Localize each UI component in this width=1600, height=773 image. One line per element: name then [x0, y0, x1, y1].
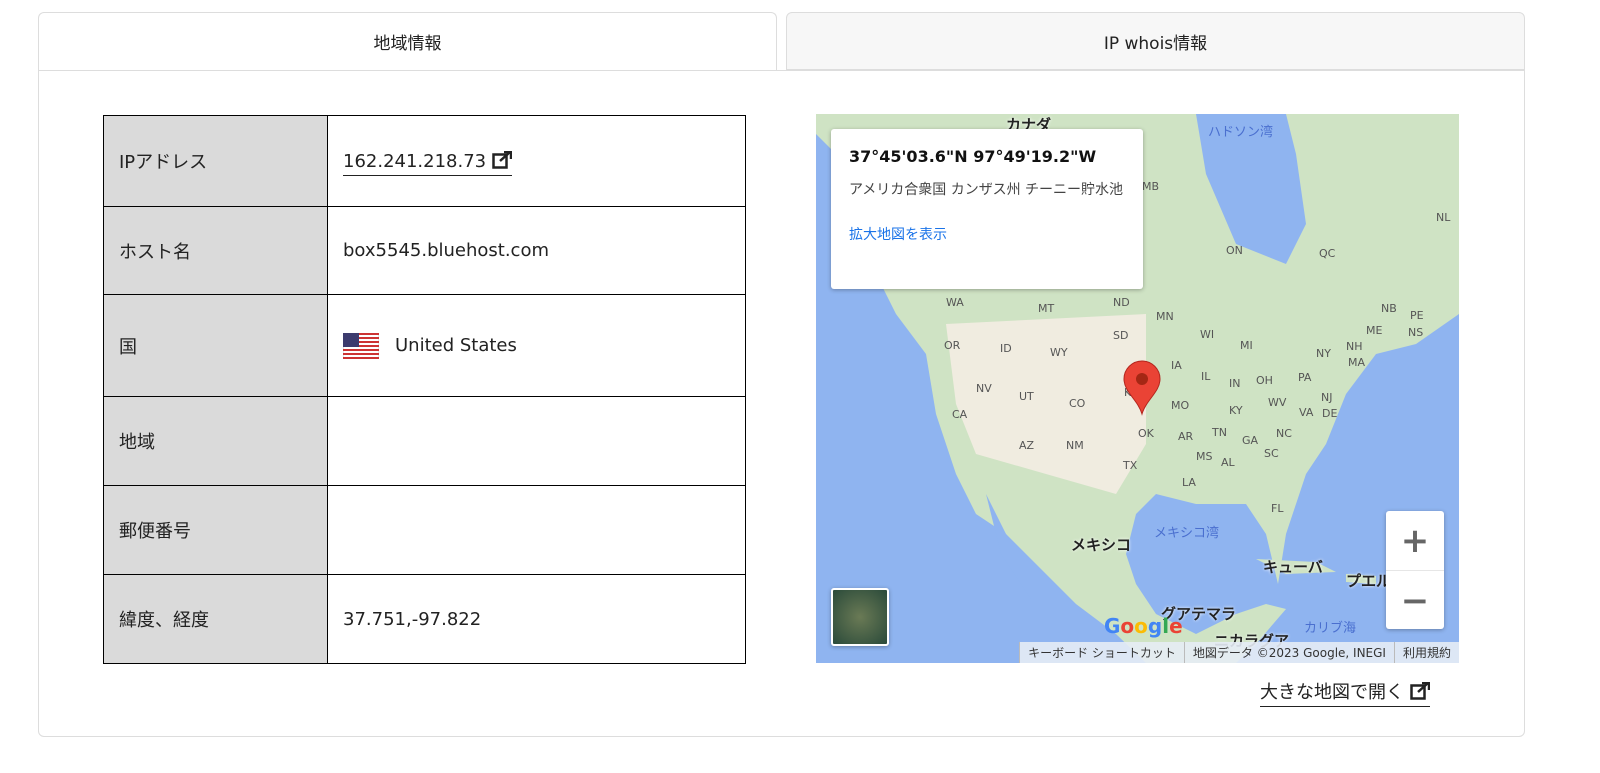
tab-label: 地域情報 — [373, 34, 442, 54]
map-label: TN — [1212, 426, 1227, 439]
table-row: IPアドレス 162.241.218.73 — [103, 115, 746, 207]
map-label: OK — [1138, 427, 1154, 440]
map-label: ID — [1000, 342, 1012, 355]
map-data-credit: 地図データ ©2023 Google, INEGI — [1183, 642, 1394, 663]
google-logo: Google — [1104, 614, 1183, 638]
google-map[interactable]: WA MT ND MN OR ID WY SD WI MI NV UT CO I… — [816, 114, 1459, 663]
row-value — [327, 396, 746, 486]
map-label: MO — [1171, 399, 1190, 412]
map-label: WY — [1050, 346, 1068, 359]
map-label: ND — [1113, 296, 1130, 309]
open-large-map-link[interactable]: 大きな地図で開く — [1260, 678, 1430, 707]
tab-label: IP whois情報 — [1103, 33, 1208, 54]
map-label: IA — [1171, 359, 1182, 372]
external-link-icon — [1409, 681, 1430, 700]
map-label: QC — [1319, 247, 1336, 260]
terms-link[interactable]: 利用規約 — [1393, 642, 1459, 663]
ip-link[interactable]: 162.241.218.73 — [343, 150, 513, 176]
map-label: GA — [1242, 434, 1259, 447]
map-label: MA — [1348, 356, 1366, 369]
row-label: IPアドレス — [103, 115, 328, 207]
map-label: NH — [1346, 340, 1363, 353]
zoom-controls: + − — [1386, 511, 1444, 629]
map-marker-icon[interactable] — [1122, 360, 1162, 416]
map-attribution: キーボード ショートカット 地図データ ©2023 Google, INEGI … — [1019, 642, 1459, 663]
tab-ip-whois[interactable]: IP whois情報 — [786, 12, 1525, 70]
table-row: 郵便番号 — [103, 485, 746, 575]
map-label: CA — [952, 408, 968, 421]
map-label: VA — [1299, 406, 1314, 419]
table-row: 緯度、経度 37.751,-97.822 — [103, 574, 746, 664]
map-label: NV — [976, 382, 992, 395]
map-label: NJ — [1321, 391, 1333, 404]
us-flag-icon — [343, 332, 379, 359]
info-table: IPアドレス 162.241.218.73 ホスト名 box5545.blueho… — [103, 115, 746, 664]
map-label: UT — [1019, 390, 1034, 403]
map-label: NS — [1408, 326, 1424, 339]
map-label: PA — [1298, 371, 1312, 384]
map-label: IL — [1201, 370, 1211, 383]
map-label: AL — [1221, 456, 1235, 469]
map-label: PE — [1410, 309, 1424, 322]
map-label: MS — [1196, 450, 1213, 463]
map-label: SD — [1113, 329, 1129, 342]
map-label-mexico: メキシコ — [1071, 536, 1132, 554]
map-label: NY — [1316, 347, 1331, 360]
map-label: MT — [1038, 302, 1055, 315]
row-label: ホスト名 — [103, 206, 328, 295]
map-label: NC — [1276, 427, 1292, 440]
table-row: ホスト名 box5545.bluehost.com — [103, 206, 746, 295]
table-row: 国 United States — [103, 294, 746, 397]
map-label-hudson-bay: ハドソン湾 — [1208, 125, 1274, 140]
map-label: CO — [1069, 397, 1086, 410]
map-label: WI — [1200, 328, 1215, 341]
map-label: OH — [1256, 374, 1273, 387]
map-label: NL — [1436, 211, 1451, 224]
row-label: 地域 — [103, 396, 328, 486]
row-label: 緯度、経度 — [103, 574, 328, 664]
map-label: TX — [1123, 459, 1138, 472]
map-label-caribbean: カリブ海 — [1304, 621, 1357, 636]
keyboard-shortcuts-link[interactable]: キーボード ショートカット — [1019, 642, 1184, 663]
map-label: AR — [1178, 430, 1194, 443]
map-label: IN — [1229, 377, 1241, 390]
zoom-in-button[interactable]: + — [1386, 511, 1444, 571]
tab-region-info[interactable]: 地域情報 — [38, 12, 777, 70]
map-label: NB — [1381, 302, 1397, 315]
map-info-window: 37°45'03.6"N 97°49'19.2"W アメリカ合衆国 カンザス州 … — [831, 129, 1143, 289]
map-label: OR — [944, 339, 961, 352]
map-label: KY — [1229, 404, 1243, 417]
address: アメリカ合衆国 カンザス州 チーニー貯水池 — [849, 182, 1124, 198]
row-value: box5545.bluehost.com — [327, 206, 746, 295]
map-label: LA — [1182, 476, 1196, 489]
map-label: AZ — [1019, 439, 1035, 452]
map-label: ON — [1226, 244, 1243, 257]
row-label: 国 — [103, 294, 328, 397]
external-link-icon — [492, 150, 513, 169]
row-value — [327, 485, 746, 575]
map-label: MN — [1156, 310, 1174, 323]
map-label: WA — [946, 296, 964, 309]
map-label: ME — [1366, 324, 1383, 337]
row-value: United States — [395, 334, 517, 356]
map-label: DE — [1322, 407, 1338, 420]
coordinates: 37°45'03.6"N 97°49'19.2"W — [849, 147, 1097, 166]
map-label: FL — [1271, 502, 1284, 515]
map-label: NM — [1066, 439, 1084, 452]
map-label: MI — [1240, 339, 1253, 352]
view-larger-map-link[interactable]: 拡大地図を表示 — [849, 224, 1125, 244]
row-label: 郵便番号 — [103, 485, 328, 575]
row-value: 37.751,-97.822 — [327, 574, 746, 664]
map-label: MB — [1142, 180, 1160, 193]
map-label: WV — [1268, 396, 1287, 409]
satellite-toggle-button[interactable] — [831, 588, 889, 646]
table-row: 地域 — [103, 396, 746, 486]
map-label-gulf: メキシコ湾 — [1154, 526, 1220, 541]
map-label: SC — [1264, 447, 1279, 460]
zoom-out-button[interactable]: − — [1386, 571, 1444, 630]
map-label-cuba: キューバ — [1263, 558, 1323, 576]
